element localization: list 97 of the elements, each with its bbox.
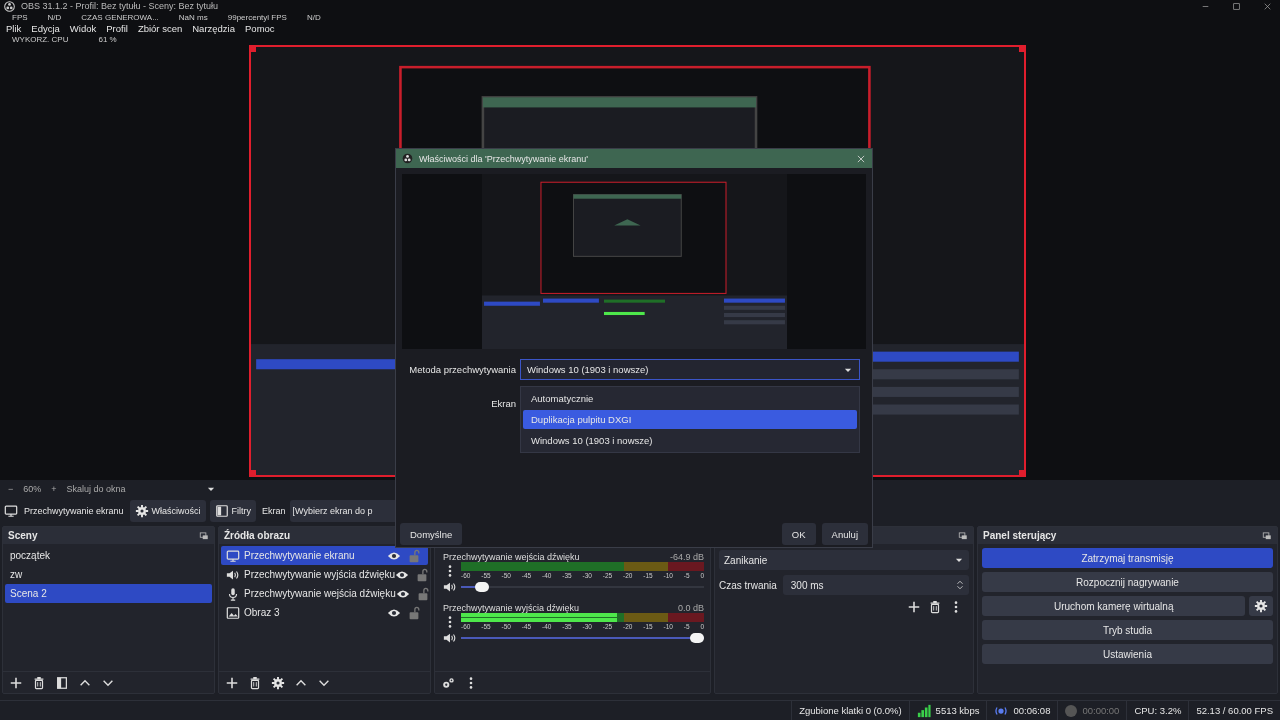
settings-icon — [134, 504, 149, 518]
obs-logo-icon — [402, 153, 413, 164]
record-time: 00:00:00 — [1082, 705, 1120, 716]
screen-label: Ekran — [262, 506, 286, 516]
menu-item[interactable]: Widok — [69, 22, 97, 34]
obs-logo-icon — [4, 0, 15, 12]
close-icon — [1263, 1, 1272, 11]
dock-title: Źródła obrazu — [224, 530, 291, 541]
ok-button[interactable]: OK — [781, 523, 816, 545]
channel-name: Przechwytywanie wejścia dźwięku — [443, 551, 580, 562]
zoom-level: 60% — [23, 484, 42, 494]
image-icon — [226, 605, 240, 620]
stat-label: 99percentyl FPS — [227, 12, 287, 22]
menu-item[interactable]: Zbiór scen — [137, 22, 183, 34]
screen-label: Ekran — [490, 398, 516, 409]
microphone-icon — [226, 586, 240, 601]
settings-button[interactable] — [1249, 596, 1273, 616]
menu-item[interactable]: Narzędzia — [192, 22, 236, 34]
transition-dropdown[interactable]: Zanikanie — [719, 550, 969, 570]
trash-icon — [32, 675, 46, 690]
volume-reading: -64.9 dB — [669, 551, 704, 562]
panel-icon — [55, 675, 69, 690]
unlocked-padlock-icon — [407, 548, 421, 563]
source-item[interactable]: Przechwytywanie ekranu — [221, 546, 428, 565]
unlocked-padlock-icon — [407, 605, 421, 620]
settings-icon — [1254, 599, 1269, 613]
duration-label: Czas trwania — [719, 579, 777, 591]
bitrate: 5513 kbps — [935, 705, 980, 716]
gears-icon — [441, 675, 455, 690]
close-icon — [856, 153, 866, 164]
scene-item[interactable]: Scena 2 — [5, 584, 212, 603]
trash-icon — [248, 675, 262, 690]
monitor-icon — [226, 548, 240, 563]
speaker-icon — [443, 631, 457, 645]
scale-mode-dropdown[interactable]: Skaluj do okna — [66, 484, 216, 494]
close-button[interactable] — [856, 153, 866, 164]
dropped-frames: Zgubione klatki 0 (0.0%) — [791, 701, 909, 720]
plus-icon — [907, 600, 921, 614]
window-title: OBS 31.1.2 - Profil: Bez tytułu - Sceny: Bez tytułu — [21, 1, 219, 11]
monitor-icon — [4, 504, 18, 518]
control-button[interactable]: Ustawienia — [982, 644, 1273, 664]
filter-icon — [214, 504, 229, 518]
control-button[interactable]: Rozpocznij nagrywanie — [982, 572, 1273, 592]
source-name: Przechwytywanie ekranu — [24, 506, 124, 516]
stat-label: FPS — [12, 12, 28, 22]
control-button[interactable]: Uruchom kamerę wirtualną — [982, 596, 1246, 616]
channel-name: Przechwytywanie wyjścia dźwięku — [443, 602, 580, 613]
duration-field[interactable]: 300 ms — [782, 575, 969, 595]
stream-time: 00:06:08 — [1013, 705, 1051, 716]
filters-button[interactable]: Filtry — [209, 500, 257, 522]
control-button[interactable]: Zatrzymaj transmisję — [982, 548, 1273, 568]
settings-icon — [271, 675, 285, 690]
defaults-button[interactable]: Domyślne — [400, 523, 463, 545]
trash-icon — [928, 600, 942, 614]
cpu-usage: CPU: 3.2% — [1126, 701, 1189, 720]
control-button[interactable]: Tryb studia — [982, 620, 1273, 640]
speaker-icon — [443, 580, 457, 594]
undock-icon — [199, 530, 209, 541]
stat-value: NaN ms — [178, 12, 208, 22]
method-dropdown[interactable]: Windows 10 (1903 i nowsze) — [520, 359, 860, 380]
zoom-out-button[interactable]: − — [8, 484, 14, 494]
plus-icon — [9, 675, 23, 690]
volume-slider[interactable] — [461, 581, 704, 593]
stat-value: N/D — [306, 12, 321, 22]
maximize-icon — [1232, 1, 1241, 11]
stat-value: N/D — [47, 12, 62, 22]
dock-title: Panel sterujący — [983, 530, 1057, 541]
volume-reading: 0.0 dB — [677, 602, 704, 613]
dialog-title: Właściwości dla 'Przechwytywanie ekranu' — [419, 153, 588, 164]
source-item[interactable]: Obraz 3 — [221, 603, 428, 622]
menu-item[interactable]: Pomoc — [245, 22, 275, 34]
stat-label: CZAS GENEROWA... — [81, 12, 159, 22]
menu-item[interactable]: Plik — [6, 22, 22, 34]
dropdown-option[interactable]: Automatycznie — [523, 389, 857, 408]
zoom-in-button[interactable]: + — [51, 484, 57, 494]
fps-counter: 52.13 / 60.00 FPS — [1188, 701, 1280, 720]
properties-button[interactable]: Właściwości — [129, 500, 206, 522]
unlocked-padlock-icon — [415, 567, 430, 582]
dropdown-option[interactable]: Duplikacja pulpitu DXGI — [523, 410, 857, 429]
plus-icon — [225, 675, 239, 690]
menu-item[interactable]: Profil — [106, 22, 128, 34]
scene-item[interactable]: zw — [5, 565, 212, 584]
undock-icon — [1262, 530, 1272, 541]
dock-title: Sceny — [8, 530, 38, 541]
stat-value: 61 % — [98, 34, 117, 44]
stat-label: WYKORZ. CPU — [12, 34, 69, 44]
method-label: Metoda przechwytywania — [408, 364, 516, 375]
cancel-button[interactable]: Anuluj — [821, 523, 868, 545]
menu-item[interactable]: Edycja — [31, 22, 60, 34]
source-item[interactable]: Przechwytywanie wejścia dźwięku — [221, 584, 428, 603]
spin-arrows-icon — [955, 578, 965, 592]
undock-icon — [958, 530, 968, 541]
source-item[interactable]: Przechwytywanie wyjścia dźwięku — [221, 565, 428, 584]
volume-slider[interactable] — [461, 632, 704, 644]
signal-bars-icon — [916, 703, 931, 718]
scene-item[interactable]: początek — [5, 546, 212, 565]
dropdown-option[interactable]: Windows 10 (1903 i nowsze) — [523, 431, 857, 450]
